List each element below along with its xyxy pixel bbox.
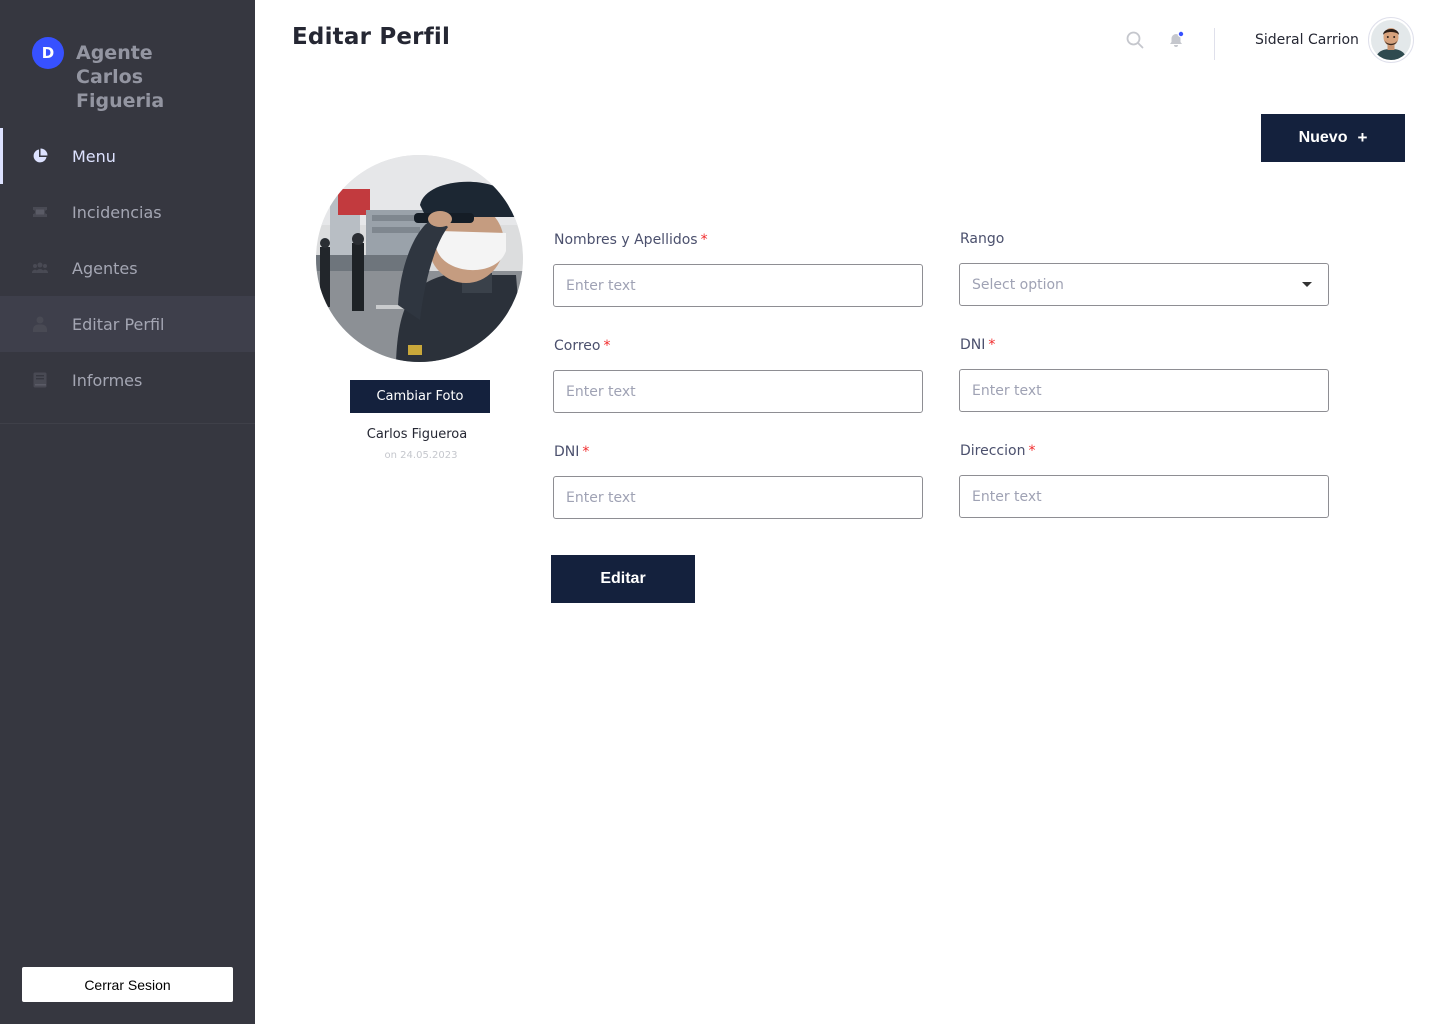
sidebar-item-menu[interactable]: Menu [0, 128, 255, 184]
field-label-dni-right: DNI * [960, 337, 996, 353]
avatar[interactable] [1368, 17, 1414, 63]
field-label-direccion: Direccion * [960, 443, 1036, 459]
brand: D Agente Carlos Figueria [32, 37, 226, 113]
required-marker: * [582, 444, 590, 460]
sidebar-item-incidencias[interactable]: Incidencias [0, 184, 255, 240]
sidebar-item-label: Informes [72, 370, 143, 390]
new-button[interactable]: Nuevo + [1261, 114, 1405, 162]
bell-icon[interactable] [1166, 30, 1186, 50]
sidebar-item-label: Menu [72, 146, 116, 166]
field-label-dni-left: DNI * [554, 444, 590, 460]
new-button-label: Nuevo [1298, 129, 1348, 146]
user-icon [31, 315, 49, 333]
pie-chart-icon [31, 147, 49, 165]
book-icon [31, 371, 49, 389]
field-label-correo: Correo * [554, 338, 611, 354]
logout-button[interactable]: Cerrar Sesion [22, 967, 233, 1002]
field-label-nombres: Nombres y Apellidos * [554, 232, 708, 248]
direccion-input[interactable] [959, 475, 1329, 518]
profile-name: Carlos Figueroa [366, 427, 468, 442]
sidebar-item-label: Incidencias [72, 202, 162, 222]
sidebar-item-editar-perfil[interactable]: Editar Perfil [0, 296, 255, 352]
sidebar-item-label: Editar Perfil [72, 314, 165, 334]
profile-photo [316, 155, 523, 362]
sidebar-item-agentes[interactable]: Agentes [0, 240, 255, 296]
ticket-icon [31, 203, 49, 221]
required-marker: * [603, 338, 611, 354]
brand-name: Agente Carlos Figueria [76, 42, 165, 112]
profile-date: on 24.05.2023 [384, 450, 458, 461]
correo-input[interactable] [553, 370, 923, 413]
required-marker: * [1028, 443, 1036, 459]
page-title: Editar Perfil [292, 24, 451, 50]
user-name: Sideral Carrion [1255, 32, 1359, 48]
brand-logo-icon: D [32, 37, 64, 69]
users-icon [31, 259, 49, 277]
search-icon[interactable] [1125, 30, 1145, 50]
required-marker: * [700, 232, 708, 248]
nombres-input[interactable] [553, 264, 923, 307]
rango-select-value: Select option [972, 276, 1064, 293]
sidebar-divider [0, 423, 255, 424]
header-divider [1214, 28, 1215, 60]
chevron-down-icon [1302, 282, 1312, 287]
dni-input-left[interactable] [553, 476, 923, 519]
plus-icon: + [1357, 128, 1368, 147]
field-label-rango: Rango [960, 231, 1005, 247]
sidebar-item-label: Agentes [72, 258, 138, 278]
sidebar-nav: Menu Incidencias Agentes Editar Perfil I… [0, 128, 255, 408]
edit-button[interactable]: Editar [551, 555, 695, 603]
dni-input-right[interactable] [959, 369, 1329, 412]
change-photo-button[interactable]: Cambiar Foto [350, 380, 490, 413]
sidebar-item-informes[interactable]: Informes [0, 352, 255, 408]
sidebar: D Agente Carlos Figueria Menu Incidencia… [0, 0, 255, 1024]
required-marker: * [988, 337, 996, 353]
rango-select[interactable]: Select option [959, 263, 1329, 306]
